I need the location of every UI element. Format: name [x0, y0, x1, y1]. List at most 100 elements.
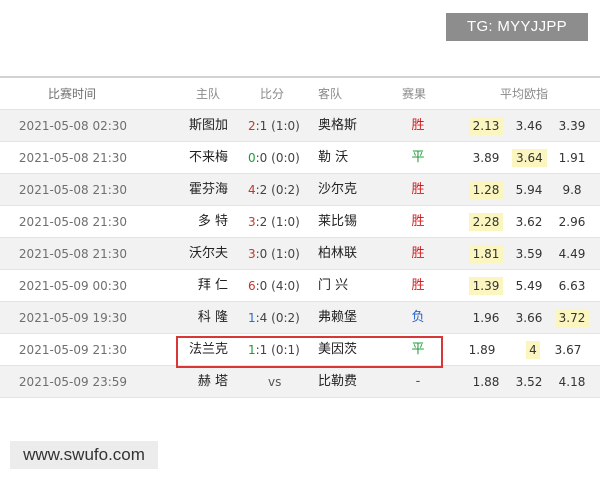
- match-time: 2021-05-08 21:30: [18, 151, 128, 165]
- odds-highlight: 1.39: [468, 277, 504, 295]
- home-team: 拜 仁: [197, 278, 228, 293]
- home-team: 霍芬海: [188, 182, 228, 197]
- score-home-goals: 3: [248, 215, 256, 229]
- home-team: 赫 塔: [197, 374, 228, 389]
- header-score: 比分: [260, 87, 285, 101]
- odds-home-win: 1.88: [472, 375, 500, 389]
- table-row[interactable]: 2021-05-09 19:30 科 隆 1:4 (0:2) 弗赖堡 负 1.96 3.66…: [0, 302, 600, 334]
- match-score: 4:2 (0:2): [248, 174, 310, 206]
- odds-away-win: 4.49: [558, 247, 586, 261]
- match-time: 2021-05-09 19:30: [18, 311, 128, 325]
- home-team: 科 隆: [197, 310, 228, 325]
- score-home-goals: 6: [248, 279, 256, 293]
- match-time: 2021-05-09 21:30: [18, 343, 128, 357]
- score-rest: :1 (1:0): [255, 119, 300, 133]
- odds-highlight: 2.13: [468, 117, 504, 135]
- odds-draw: 5.94: [515, 183, 543, 197]
- table-row[interactable]: 2021-05-08 02:30 斯图加 2:1 (1:0) 奥格斯 胜 2.13 3.46…: [0, 110, 600, 142]
- odds-highlight: 2.28: [468, 213, 504, 231]
- odds-highlight: 4: [526, 341, 540, 359]
- home-team: 斯图加: [188, 118, 228, 133]
- home-team: 不来梅: [188, 150, 228, 165]
- header-avg-odds: 平均欧指: [500, 87, 549, 101]
- score-rest: :2 (0:2): [255, 183, 300, 197]
- header-home: 主队: [196, 87, 221, 101]
- home-team: 沃尔夫: [188, 246, 228, 261]
- away-team: 柏林联: [318, 246, 358, 261]
- table-row[interactable]: 2021-05-09 00:30 拜 仁 6:0 (4:0) 门 兴 胜 1.39 5.49…: [0, 270, 600, 302]
- match-result: 胜: [411, 118, 425, 133]
- match-result: 胜: [411, 214, 425, 229]
- score-rest: :2 (1:0): [255, 215, 300, 229]
- match-time: 2021-05-08 21:30: [18, 247, 128, 261]
- match-result: 平: [411, 150, 425, 165]
- odds-home-win: 2.28: [468, 206, 504, 238]
- odds-draw: 3.52: [515, 375, 543, 389]
- match-time: 2021-05-09 00:30: [18, 279, 128, 293]
- odds-highlight: 3.64: [512, 149, 547, 167]
- odds-draw: 3.66: [515, 311, 543, 325]
- odds-home-win: 1.96: [472, 311, 500, 325]
- odds-highlight: 1.81: [468, 245, 504, 263]
- home-team: 多 特: [197, 214, 228, 229]
- odds-draw: 3.62: [515, 215, 543, 229]
- score-vs: vs: [268, 375, 282, 389]
- odds-away-win: 1.91: [558, 151, 586, 165]
- match-time: 2021-05-09 23:59: [18, 375, 128, 389]
- odds-away-win: 9.8: [562, 183, 582, 197]
- row-separator: [0, 397, 600, 398]
- site-watermark: www.swufo.com: [10, 441, 158, 469]
- odds-away-win: 3.72: [552, 302, 592, 334]
- score-rest: :4 (0:2): [255, 311, 300, 325]
- score-rest: :0 (0:0): [255, 151, 300, 165]
- score-home-goals: 0: [248, 151, 256, 165]
- odds-home-win: 1.28: [468, 174, 504, 206]
- odds-home-win: 1.39: [468, 270, 504, 302]
- score-rest: :0 (1:0): [255, 247, 300, 261]
- score-rest: :0 (4:0): [255, 279, 300, 293]
- match-result: -: [415, 374, 421, 389]
- away-team: 奥格斯: [318, 118, 358, 133]
- header-result: 赛果: [402, 87, 427, 101]
- odds-highlight: 3.72: [554, 309, 590, 327]
- table-row[interactable]: 2021-05-08 21:30 不来梅 0:0 (0:0) 勒 沃 平 3.89 3.64…: [0, 142, 600, 174]
- odds-draw: 4: [516, 334, 550, 366]
- match-score: 6:0 (4:0): [248, 270, 310, 302]
- table-row[interactable]: 2021-05-08 21:30 霍芬海 4:2 (0:2) 沙尔克 胜 1.28 5.94…: [0, 174, 600, 206]
- odds-highlight: 1.28: [468, 181, 504, 199]
- match-result: 负: [411, 310, 425, 325]
- tg-badge: TG: MYYJJPP: [446, 13, 588, 41]
- header-time: 比赛时间: [47, 87, 96, 101]
- odds-away-win: 4.18: [558, 375, 586, 389]
- odds-home-win: 1.81: [468, 238, 504, 270]
- odds-draw: 3.64: [512, 142, 547, 174]
- match-time: 2021-05-08 21:30: [18, 215, 128, 229]
- odds-away-win: 3.39: [558, 119, 586, 133]
- away-team: 弗赖堡: [318, 310, 358, 325]
- score-home-goals: 4: [248, 183, 256, 197]
- odds-draw: 3.59: [515, 247, 543, 261]
- match-result: 胜: [411, 182, 425, 197]
- table-row[interactable]: 2021-05-08 21:30 多 特 3:2 (1:0) 莱比锡 胜 2.28 3.62…: [0, 206, 600, 238]
- away-team: 沙尔克: [318, 182, 358, 197]
- table-header: 比赛时间 主队 比分 客队 赛果 平均欧指: [0, 78, 600, 110]
- match-score: 3:0 (1:0): [248, 238, 310, 270]
- odds-draw: 5.49: [515, 279, 543, 293]
- highlight-selection-box: [176, 336, 443, 368]
- table-row[interactable]: 2021-05-08 21:30 沃尔夫 3:0 (1:0) 柏林联 胜 1.81 3.59…: [0, 238, 600, 270]
- table-row[interactable]: 2021-05-09 23:59 赫 塔 vs 比勒费 - 1.88 3.52 4.18: [0, 366, 600, 398]
- odds-away-win: 6.63: [558, 279, 586, 293]
- match-result: 胜: [411, 246, 425, 261]
- odds-home-win: 3.89: [472, 151, 500, 165]
- match-score: 3:2 (1:0): [248, 206, 310, 238]
- match-score: 1:4 (0:2): [248, 302, 310, 334]
- odds-away-win: 2.96: [558, 215, 586, 229]
- score-home-goals: 1: [248, 311, 256, 325]
- match-result: 胜: [411, 278, 425, 293]
- away-team: 勒 沃: [318, 150, 349, 165]
- away-team: 门 兴: [318, 278, 349, 293]
- odds-away-win: 3.67: [554, 343, 582, 357]
- match-score: 2:1 (1:0): [248, 110, 310, 142]
- match-time: 2021-05-08 02:30: [18, 119, 128, 133]
- header-away: 客队: [318, 87, 343, 101]
